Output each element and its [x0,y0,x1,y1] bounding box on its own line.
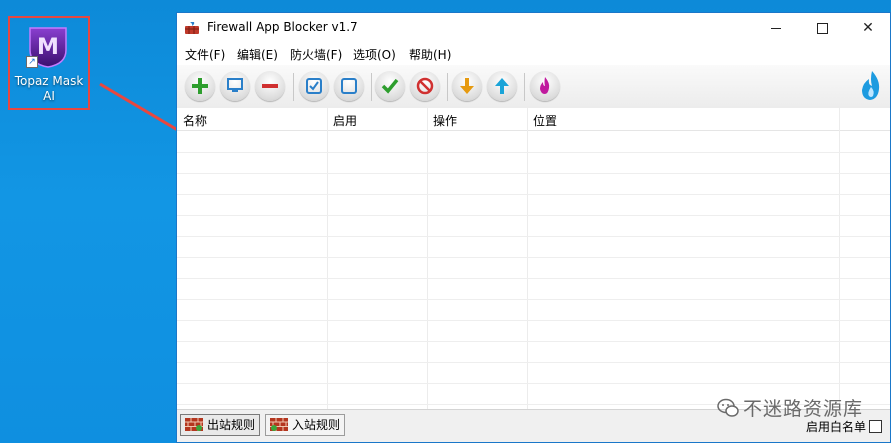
move-up-button[interactable] [487,71,517,101]
table-header: 名称 启用 操作 位置 [177,108,890,131]
maximize-icon [817,23,828,34]
menu-bar: 文件(F) 编辑(E) 防火墙(F) 选项(O) 帮助(H) [177,43,890,65]
svg-text:M: M [37,35,59,60]
column-header-location[interactable]: 位置 [533,112,557,129]
grid-line [177,257,890,258]
toolbar-separator [293,73,294,101]
close-icon: ✕ [862,20,874,36]
add-button[interactable] [185,71,215,101]
check-box-icon [306,78,322,94]
window-title: Firewall App Blocker v1.7 [207,20,358,34]
flame-logo-icon [862,71,880,100]
uncheck-box-icon [341,78,357,94]
fire-icon [540,77,550,94]
column-divider [427,108,428,412]
grid-line [177,383,890,384]
column-header-enabled[interactable]: 启用 [333,112,357,129]
brick-wall-icon [185,418,203,431]
whitelist-label: 启用白名单 [805,420,866,434]
toolbar-separator [447,73,448,101]
add-folder-button[interactable] [220,71,250,101]
grid-line [177,173,890,174]
grid-line [177,341,890,342]
move-down-button[interactable] [452,71,482,101]
add-icon [192,78,208,94]
watermark: 不迷路资源库 [717,394,863,421]
app-window: Firewall App Blocker v1.7 ✕ 文件(F) 编辑(E) … [176,12,891,443]
column-divider [527,108,528,412]
grid-line [177,278,890,279]
watermark-text: 不迷路资源库 [742,398,863,420]
column-header-action[interactable]: 操作 [433,112,457,129]
block-icon [416,77,434,95]
tab-inbound-rules[interactable]: 入站规则 [265,414,346,436]
tab-outbound-rules[interactable]: 出站规则 [180,414,261,436]
allow-check-icon [381,78,399,94]
shortcut-arrow-icon: ↗ [26,56,38,68]
allow-button[interactable] [375,71,405,101]
grid-line [177,362,890,363]
column-divider [839,108,840,412]
grid-line [177,236,890,237]
block-button[interactable] [410,71,440,101]
firewall-button[interactable] [530,71,560,101]
maximize-button[interactable] [799,13,845,43]
arrow-up-icon [495,78,509,94]
check-all-button[interactable] [299,71,329,101]
minimize-icon [771,28,781,29]
app-icon [185,22,199,34]
whitelist-checkbox[interactable] [869,420,882,433]
close-button[interactable]: ✕ [845,13,891,43]
toolbar [177,65,890,109]
menu-edit[interactable]: 编辑(E) [234,46,281,63]
toolbar-separator [524,73,525,101]
menu-help[interactable]: 帮助(H) [406,46,454,63]
remove-icon [262,84,278,88]
grid-line [177,152,890,153]
title-bar[interactable]: Firewall App Blocker v1.7 ✕ [177,13,890,43]
remove-button[interactable] [255,71,285,101]
grid-line [177,299,890,300]
arrow-down-icon [460,78,474,94]
desktop-shortcut-label: Topaz Mask AI [14,74,84,103]
grid-line [177,215,890,216]
wechat-icon [717,398,739,417]
monitor-icon [227,78,243,92]
tab-inbound-label: 入站规则 [292,418,341,432]
column-divider [327,108,328,412]
toolbar-separator [371,73,372,101]
tab-outbound-label: 出站规则 [207,418,256,432]
column-header-name[interactable]: 名称 [183,112,207,129]
grid-line [177,320,890,321]
grid-line [177,194,890,195]
menu-firewall[interactable]: 防火墙(F) [287,46,345,63]
rules-table: 名称 启用 操作 位置 [177,108,890,412]
menu-options[interactable]: 选项(O) [350,46,399,63]
menu-file[interactable]: 文件(F) [182,46,228,63]
brick-wall-icon [270,418,288,431]
desktop-shortcut-topaz-mask-ai[interactable]: M ↗ Topaz Mask AI [8,16,90,110]
minimize-button[interactable] [753,13,799,43]
uncheck-all-button[interactable] [334,71,364,101]
